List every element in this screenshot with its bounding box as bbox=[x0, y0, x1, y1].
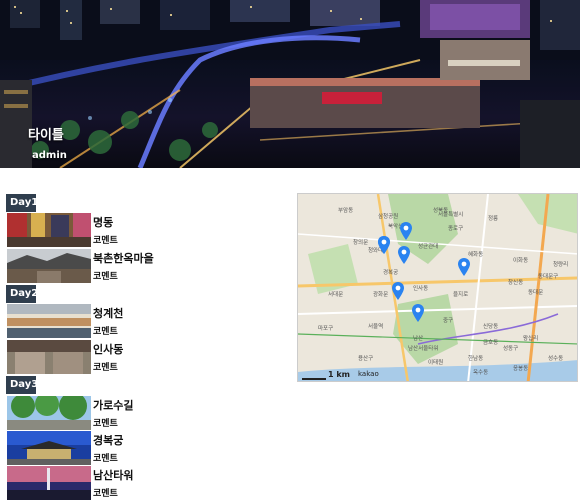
place-thumbnail bbox=[7, 340, 91, 374]
map-scale: 1 km bbox=[328, 370, 351, 379]
map-label: 신당동 bbox=[483, 324, 499, 330]
route-map[interactable]: 부암동 종로구 성북동 삼청공원 창의문 청와대 성균관대 북악산 서울특별시 정릉 경복궁 혜화동 이… bbox=[297, 193, 578, 382]
map-label: 창의문 bbox=[353, 240, 369, 246]
map-label: 마포구 bbox=[318, 326, 334, 332]
place-thumbnail bbox=[7, 396, 91, 430]
map-label: 정릉 bbox=[488, 216, 499, 222]
place-comment: 코멘트 bbox=[93, 236, 118, 246]
place-item[interactable]: 북촌한옥마을 코멘트 bbox=[7, 249, 267, 283]
map-label: 성동구 bbox=[503, 346, 519, 352]
map-marker-icon[interactable] bbox=[398, 246, 410, 264]
day-badge: Day1 bbox=[6, 194, 38, 212]
map-label: 용산구 bbox=[358, 356, 374, 362]
place-name: 인사동 bbox=[93, 343, 124, 356]
map-label: 동대문구 bbox=[538, 274, 559, 280]
map-label: 서울특별시 bbox=[438, 212, 464, 218]
map-label: 종로구 bbox=[448, 226, 464, 232]
map-label: 청량리 bbox=[553, 262, 569, 268]
map-label: 성균관대 bbox=[418, 244, 439, 250]
day-badge: Day2 bbox=[6, 285, 38, 303]
map-label: 혜화동 bbox=[468, 252, 484, 258]
place-name: 북촌한옥마을 bbox=[93, 252, 154, 265]
map-label: 경복궁 bbox=[383, 270, 399, 276]
map-label: 삼청공원 bbox=[378, 214, 399, 220]
place-thumbnail bbox=[7, 304, 91, 338]
post-title: 타이틀 bbox=[28, 128, 64, 143]
place-thumbnail bbox=[7, 466, 91, 500]
map-label: 서울역 bbox=[368, 324, 384, 330]
place-thumbnail bbox=[7, 249, 91, 283]
place-item[interactable]: 청계천 코멘트 bbox=[7, 304, 267, 338]
map-label: 남산 bbox=[413, 336, 424, 342]
city-night-photo bbox=[0, 0, 580, 168]
map-label: 옥수동 bbox=[473, 370, 489, 376]
place-comment: 코멘트 bbox=[93, 419, 118, 429]
post-author: admin bbox=[32, 150, 67, 161]
map-label: 성수동 bbox=[548, 356, 564, 362]
map-label: 을지로 bbox=[453, 292, 469, 298]
place-comment: 코멘트 bbox=[93, 363, 118, 373]
map-marker-icon[interactable] bbox=[458, 258, 470, 276]
place-name: 명동 bbox=[93, 216, 114, 229]
map-marker-icon[interactable] bbox=[400, 222, 412, 240]
place-item[interactable]: 인사동 코멘트 bbox=[7, 340, 267, 374]
map-label: 창신동 bbox=[508, 280, 524, 286]
hero-banner: 타이틀 admin bbox=[0, 0, 580, 168]
map-label: 광화문 bbox=[373, 292, 389, 298]
map-label: 부암동 bbox=[338, 208, 354, 214]
place-item[interactable]: 가로수길 코멘트 bbox=[7, 396, 267, 430]
place-comment: 코멘트 bbox=[93, 327, 118, 337]
place-thumbnail bbox=[7, 431, 91, 465]
map-label: 응봉동 bbox=[513, 366, 529, 372]
map-marker-icon[interactable] bbox=[378, 236, 390, 254]
place-item[interactable]: 경복궁 코멘트 bbox=[7, 431, 267, 465]
map-label: 이태원 bbox=[428, 360, 444, 366]
place-item[interactable]: 남산타워 코멘트 bbox=[7, 466, 267, 500]
map-label: 왕십리 bbox=[523, 336, 539, 342]
map-label: 금호동 bbox=[483, 340, 499, 346]
place-thumbnail bbox=[7, 213, 91, 247]
map-marker-icon[interactable] bbox=[412, 304, 424, 322]
place-name: 경복궁 bbox=[93, 434, 124, 447]
place-comment: 코멘트 bbox=[93, 454, 118, 464]
map-label: 남산서울타워 bbox=[408, 346, 439, 352]
map-label: 한남동 bbox=[468, 356, 484, 362]
map-label: 동대문 bbox=[528, 290, 544, 296]
place-name: 가로수길 bbox=[93, 399, 134, 412]
map-label: 서대문 bbox=[328, 292, 344, 298]
place-comment: 코멘트 bbox=[93, 272, 118, 282]
map-label: 인사동 bbox=[413, 286, 429, 292]
place-comment: 코멘트 bbox=[93, 489, 118, 499]
map-label: 이화동 bbox=[513, 258, 529, 264]
map-brand: kakao bbox=[358, 370, 379, 378]
map-marker-icon[interactable] bbox=[392, 282, 404, 300]
place-item[interactable]: 명동 코멘트 bbox=[7, 213, 267, 247]
map-label: 중구 bbox=[443, 318, 454, 324]
place-name: 남산타워 bbox=[93, 469, 134, 482]
day-badge: Day3 bbox=[6, 376, 38, 394]
place-name: 청계천 bbox=[93, 307, 124, 320]
